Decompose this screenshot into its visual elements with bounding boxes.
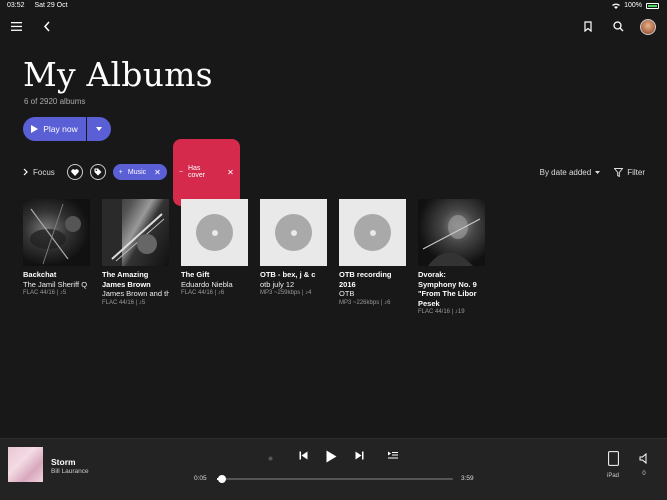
disc-icon	[196, 214, 233, 251]
status-dot-icon	[268, 456, 273, 461]
focus-toggle[interactable]: Focus	[23, 168, 55, 177]
now-playing-title[interactable]: Storm	[51, 457, 76, 467]
album-count: 6 of 2920 albums	[24, 97, 86, 106]
now-playing-bar: Storm Bill Laurance 0:05 3:59 iPad 0	[0, 438, 667, 500]
now-playing-artist[interactable]: Bill Laurance	[51, 468, 89, 475]
album-cover	[418, 199, 485, 266]
disc-icon	[354, 214, 391, 251]
album-title: OTB recording 2016	[339, 270, 392, 289]
battery-percent: 100%	[624, 2, 642, 9]
album-meta: FLAC 44/16 | ♪6	[181, 290, 225, 296]
music-filter-chip[interactable]: + Music ✕	[112, 164, 167, 180]
device-label: iPad	[606, 473, 619, 479]
remove-chip-icon[interactable]: ✕	[227, 168, 234, 177]
ipad-icon	[607, 451, 619, 466]
volume-level: 0	[642, 471, 646, 477]
favorites-filter-button[interactable]	[66, 164, 83, 180]
album-cover	[339, 199, 406, 266]
device-selector[interactable]: iPad	[604, 451, 622, 479]
now-playing-cover[interactable]	[8, 447, 43, 482]
skip-previous-icon[interactable]	[299, 451, 308, 460]
remove-chip-icon[interactable]: ✕	[154, 168, 161, 177]
avatar[interactable]	[640, 19, 656, 35]
filter-label: Filter	[627, 167, 645, 177]
wifi-icon	[612, 3, 621, 9]
focus-label: Focus	[33, 167, 55, 177]
elapsed-time: 0:05	[194, 475, 207, 482]
queue-icon[interactable]	[388, 451, 398, 459]
album-grid: Backchat The Jamil Sheriff Q FLAC 44/16 …	[23, 199, 485, 315]
tag-icon	[94, 168, 102, 176]
play-now-group: Play now	[23, 117, 111, 141]
menu-icon[interactable]	[8, 18, 24, 34]
sort-dropdown[interactable]: By date added	[540, 168, 601, 177]
add-icon: +	[118, 168, 123, 176]
top-nav	[0, 18, 667, 38]
play-options-dropdown[interactable]	[87, 117, 111, 141]
status-bar: 03:52 Sat 29 Oct 100%	[0, 0, 667, 12]
tags-filter-button[interactable]	[89, 164, 106, 180]
album-title: The Amazing James Brown	[102, 270, 151, 289]
album-title: Dvorak: Symphony No. 9 "From The Libor P…	[418, 270, 477, 308]
album-meta: FLAC 44/16 | ♪5	[102, 299, 146, 306]
battery-icon	[646, 2, 659, 9]
album-card[interactable]: OTB - bex, j & c otb july 12 MP3 ~259kbp…	[260, 199, 327, 315]
chevron-down-icon	[96, 127, 102, 131]
album-cover	[23, 199, 90, 266]
album-artist: The Jamil Sheriff Q	[23, 279, 88, 289]
album-card[interactable]: The Amazing James Brown James Brown and …	[102, 199, 169, 315]
album-artist: Eduardo Niebla	[181, 279, 233, 289]
play-now-label: Play now	[43, 124, 78, 134]
skip-next-icon[interactable]	[355, 451, 364, 460]
album-card[interactable]: OTB recording 2016 OTB MP3 ~226kbps | ♪6	[339, 199, 406, 315]
album-title: The Gift	[181, 270, 210, 279]
album-title: OTB - bex, j & c	[260, 270, 316, 279]
album-card[interactable]: Dvorak: Symphony No. 9 "From The Libor P…	[418, 199, 485, 315]
chip-label: Music	[127, 168, 147, 176]
play-now-button[interactable]: Play now	[23, 117, 86, 141]
status-time: 03:52	[7, 2, 25, 9]
total-time: 3:59	[461, 475, 474, 482]
search-icon[interactable]	[610, 18, 626, 34]
album-artist: OTB	[339, 289, 355, 298]
album-card[interactable]: The Gift Eduardo Niebla FLAC 44/16 | ♪6	[181, 199, 248, 315]
play-pause-button[interactable]	[326, 450, 337, 463]
status-date: Sat 29 Oct	[34, 2, 68, 9]
back-arrow-icon[interactable]	[39, 18, 55, 34]
progress-knob[interactable]	[217, 475, 226, 483]
chip-label: Has cover	[187, 165, 206, 179]
disc-icon	[275, 214, 312, 251]
volume-icon	[639, 452, 646, 465]
album-artist: James Brown and th	[102, 289, 169, 298]
album-meta: FLAC 44/16 | ♪19	[418, 309, 465, 315]
album-meta: FLAC 44/16 | ♪5	[23, 290, 67, 296]
album-artist: otb july 12	[260, 279, 295, 289]
has-cover-filter-chip[interactable]: − Has cover ✕	[172, 138, 240, 206]
album-card[interactable]: Backchat The Jamil Sheriff Q FLAC 44/16 …	[23, 199, 90, 315]
progress-slider[interactable]	[217, 475, 453, 483]
album-meta: MP3 ~259kbps | ♪4	[260, 290, 312, 296]
bookmark-icon[interactable]	[580, 18, 596, 34]
play-icon	[326, 450, 337, 463]
heart-icon	[71, 168, 79, 176]
minus-icon: −	[178, 168, 183, 176]
chevron-right-icon	[23, 168, 28, 176]
page-title: My Albums	[23, 55, 213, 94]
volume-control[interactable]: 0	[637, 451, 651, 477]
album-cover	[181, 199, 248, 266]
album-meta: MP3 ~226kbps | ♪6	[339, 299, 391, 306]
filter-icon	[614, 167, 624, 177]
sort-label: By date added	[539, 167, 592, 177]
filter-bar: Focus + Music ✕ − Has cover ✕ By date ad…	[23, 138, 645, 206]
album-title: Backchat	[23, 270, 57, 279]
chevron-down-icon	[595, 170, 601, 174]
filter-button[interactable]: Filter	[614, 167, 645, 177]
album-cover	[260, 199, 327, 266]
play-icon	[31, 125, 39, 133]
album-cover	[102, 199, 169, 266]
